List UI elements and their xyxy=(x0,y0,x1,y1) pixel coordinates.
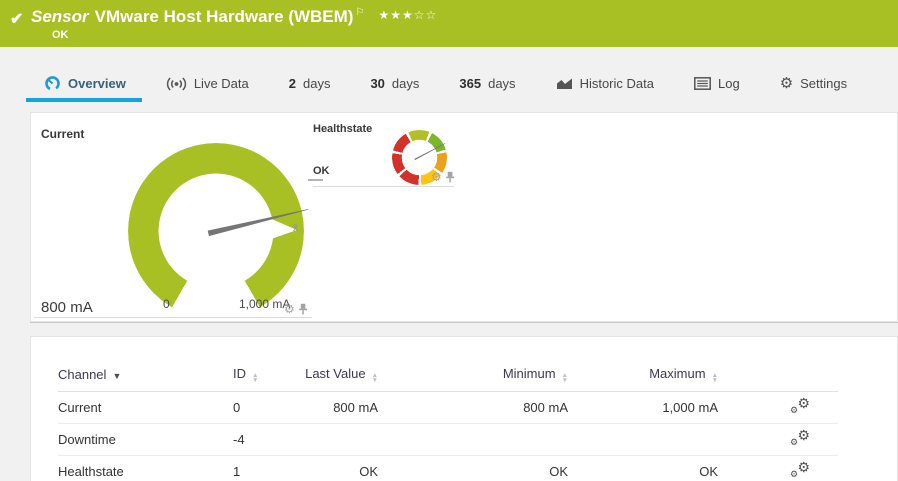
column-header-channel[interactable]: Channel ▼ xyxy=(58,361,233,392)
sensor-name: VMware Host Hardware (WBEM) xyxy=(94,7,354,26)
sensor-overview-page: ✔ Sensor VMware Host Hardware (WBEM) ⚐ ★★★☆… xyxy=(0,0,898,481)
channel-table: Channel ▼ ID ▲ ▼ Last Value ▲ ▼ Minimum ▲ ▼ Max… xyxy=(58,361,838,481)
tab-30-days[interactable]: 30 days xyxy=(368,65,421,102)
column-header-maximum[interactable]: Maximum ▲ ▼ xyxy=(568,361,718,392)
sensor-status-bar: ✔ Sensor VMware Host Hardware (WBEM) ⚐ ★★★☆… xyxy=(0,0,898,47)
tab-log-label: Log xyxy=(717,76,740,91)
status-check-icon: ✔ xyxy=(10,11,24,28)
tab-historic-data[interactable]: Historic Data xyxy=(554,65,656,102)
cell-maximum: OK xyxy=(568,455,718,481)
flag-icon[interactable]: ⚐ xyxy=(355,7,364,18)
cell-id: 1 xyxy=(233,455,293,481)
cell-minimum xyxy=(378,423,568,456)
tab-30-days-unit: days xyxy=(391,76,420,91)
healthstate-gauge-value: OK xyxy=(313,165,330,177)
tab-2-days[interactable]: 2 days xyxy=(287,65,333,102)
tab-historic-data-label: Historic Data xyxy=(579,76,654,91)
tab-log[interactable]: Log xyxy=(692,65,742,102)
pin-icon[interactable] xyxy=(445,171,455,183)
overview-panel: Current x̄ 0 1,000 mA 800 mA ⚙ Healthsta… xyxy=(30,112,898,322)
column-header-actions xyxy=(718,361,838,392)
healthstate-gauge-title: Healthstate xyxy=(313,123,373,135)
tab-2-days-unit: days xyxy=(302,76,331,91)
area-chart-icon xyxy=(556,78,572,89)
channel-settings-icon[interactable]: ⚙ ⚙ xyxy=(790,395,810,415)
tab-2-days-number: 2 xyxy=(288,76,296,91)
cell-id: 0 xyxy=(233,391,293,424)
cell-channel[interactable]: Current xyxy=(58,391,233,424)
cell-maximum: 1,000 mA xyxy=(568,391,718,424)
gauge-settings-icon[interactable]: ⚙ xyxy=(284,303,295,315)
current-gauge-value: 800 mA xyxy=(41,299,93,316)
cell-divider xyxy=(34,317,312,318)
gear-icon: ⚙ xyxy=(779,75,794,92)
channel-table-panel: Channel ▼ ID ▲ ▼ Last Value ▲ ▼ Minimum ▲ ▼ Max… xyxy=(30,336,898,481)
channel-settings-icon[interactable]: ⚙ ⚙ xyxy=(790,427,810,447)
current-gauge-scale-min: 0 xyxy=(163,297,170,311)
sort-desc-icon: ▼ xyxy=(112,371,122,381)
tab-365-days-unit: days xyxy=(488,76,516,91)
sort-icon: ▲ ▼ xyxy=(252,372,259,384)
sort-icon: ▲ ▼ xyxy=(371,372,378,384)
tab-live-data-label: Live Data xyxy=(193,76,249,91)
sort-icon: ▲ ▼ xyxy=(711,372,718,384)
pin-icon[interactable] xyxy=(298,303,308,315)
current-gauge-scale-max: 1,000 mA xyxy=(239,297,291,311)
healthstate-gauge-actions: ⚙ xyxy=(431,171,455,183)
cell-minimum: 800 mA xyxy=(378,391,568,424)
cell-last-value: OK xyxy=(293,455,378,481)
channel-settings-icon[interactable]: ⚙ ⚙ xyxy=(790,459,810,479)
sensor-tabbar: Overview Live Data 2 days 30 days 365 da… xyxy=(0,47,898,102)
cell-maximum xyxy=(568,423,718,456)
table-row-downtime[interactable]: Downtime -4 ⚙ ⚙ xyxy=(58,423,838,456)
gauge-icon xyxy=(45,76,60,91)
column-header-minimum[interactable]: Minimum ▲ ▼ xyxy=(378,361,568,392)
tab-settings[interactable]: ⚙ Settings xyxy=(778,65,849,102)
current-gauge-actions: ⚙ xyxy=(284,303,308,315)
priority-stars[interactable]: ★★★☆☆ xyxy=(378,8,437,22)
broadcast-icon xyxy=(166,76,186,91)
sensor-title: Sensor VMware Host Hardware (WBEM) ⚐ ★★★☆☆ xyxy=(31,7,437,27)
log-list-icon xyxy=(694,77,711,90)
cell-channel[interactable]: Downtime xyxy=(58,423,233,456)
tab-overview-label: Overview xyxy=(68,76,126,91)
cell-channel[interactable]: Healthstate xyxy=(58,455,233,481)
table-header-row: Channel ▼ ID ▲ ▼ Last Value ▲ ▼ Minimum ▲ ▼ Max… xyxy=(58,361,838,392)
column-header-last-value[interactable]: Last Value ▲ ▼ xyxy=(293,361,378,392)
tab-365-days-number: 365 xyxy=(459,76,482,91)
tab-365-days[interactable]: 365 days xyxy=(457,65,517,102)
tab-overview[interactable]: Overview xyxy=(26,65,142,102)
cell-last-value xyxy=(293,423,378,456)
sort-icon: ▲ ▼ xyxy=(561,372,568,384)
sensor-kind-label: Sensor xyxy=(31,7,89,26)
healthstate-gauge-cell[interactable]: Healthstate OK ⚙ xyxy=(313,113,454,187)
current-gauge-title: Current xyxy=(41,127,85,141)
column-header-id[interactable]: ID ▲ ▼ xyxy=(233,361,293,392)
cell-id: -4 xyxy=(233,423,293,456)
tab-settings-label: Settings xyxy=(800,76,848,91)
cell-last-value: 800 mA xyxy=(293,391,378,424)
current-gauge-cell[interactable]: Current x̄ 0 1,000 mA 800 mA ⚙ xyxy=(31,113,323,319)
cell-minimum: OK xyxy=(378,455,568,481)
table-row-current[interactable]: Current 0 800 mA 800 mA 1,000 mA ⚙ ⚙ xyxy=(58,391,838,424)
tab-live-data[interactable]: Live Data xyxy=(164,65,251,102)
table-row-healthstate[interactable]: Healthstate 1 OK OK OK ⚙ ⚙ xyxy=(58,455,838,481)
sensor-status-text: OK xyxy=(52,29,69,41)
tab-30-days-number: 30 xyxy=(370,76,385,91)
current-gauge-average-marker: x̄ xyxy=(293,223,298,234)
gauge-settings-icon[interactable]: ⚙ xyxy=(431,171,442,183)
